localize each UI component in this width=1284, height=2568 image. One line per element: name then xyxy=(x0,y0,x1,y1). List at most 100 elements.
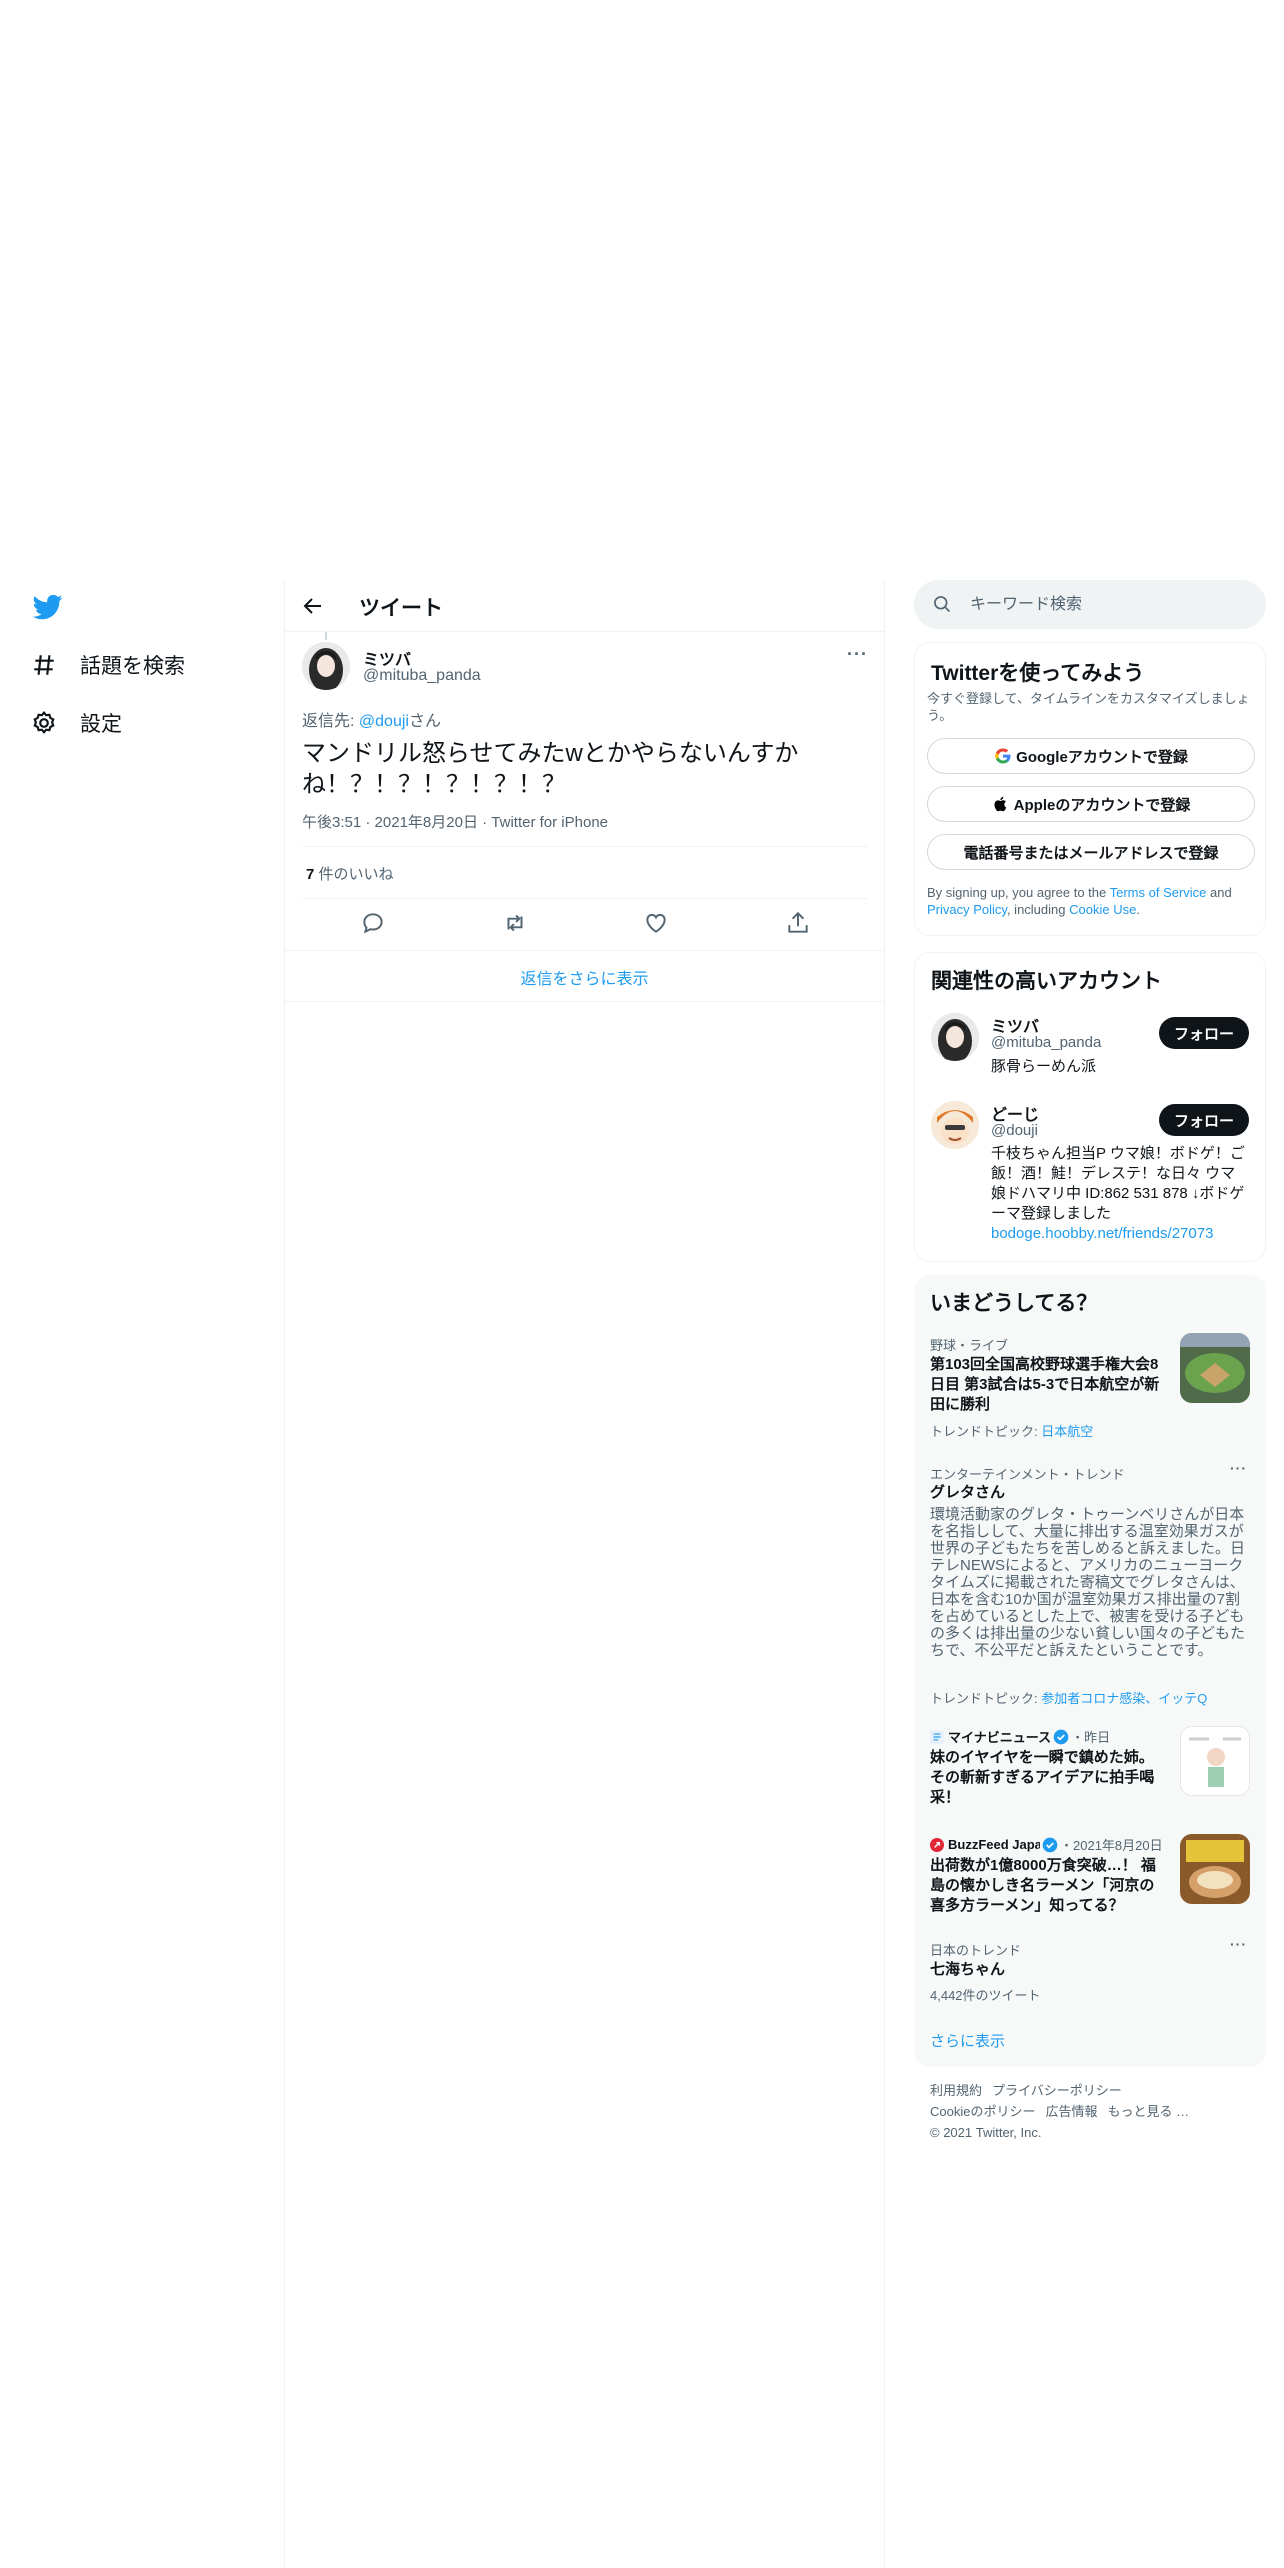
google-signup-button[interactable]: Googleアカウントで登録 xyxy=(927,738,1255,774)
trend-topic-link[interactable]: 参加者コロナ感染、イッテQ xyxy=(1041,1691,1207,1706)
trend-category: 野球・ライブ xyxy=(930,1338,1009,1353)
signup-card: Twitterを使ってみよう 今すぐ登録して、タイムラインをカスタマイズしましょ… xyxy=(914,642,1266,936)
relevant-accounts-title: 関連性の高いアカウント xyxy=(931,970,1162,993)
account-avatar[interactable] xyxy=(931,1013,979,1061)
footer-link[interactable]: Cookieのポリシー xyxy=(930,2104,1035,2119)
page-title: ツイート xyxy=(359,597,443,620)
page-header: ツイート xyxy=(285,580,884,632)
google-signup-label: Googleアカウントで登録 xyxy=(1016,748,1188,766)
twitter-logo-icon[interactable] xyxy=(31,592,65,622)
account-bio: 豚骨らーめん派 xyxy=(991,1058,1097,1075)
nav-item-explore[interactable]: 話題を検索 xyxy=(30,640,185,690)
news-time: ・2021年8月20日 xyxy=(1060,1838,1163,1853)
footer-link[interactable]: 広告情報 xyxy=(1045,2104,1097,2119)
account-bio: 千枝ちゃん担当P ウマ娘！ボドゲ！ご飯！酒！鮭！デレステ！な日々 ウマ娘ドハマリ… xyxy=(991,1144,1247,1244)
news-source: マイナビニュース ・昨日 xyxy=(930,1727,1110,1746)
footer-link[interactable]: プライバシーポリシー xyxy=(992,2083,1122,2098)
trend-topic: トレンドトピック: 参加者コロナ感染、イッテQ xyxy=(930,1688,1207,1707)
account-handle[interactable]: @mituba_panda xyxy=(991,1034,1101,1051)
trends-show-more-link[interactable]: さらに表示 xyxy=(930,2030,1005,2051)
verified-badge-icon xyxy=(1042,1837,1058,1852)
author-avatar[interactable] xyxy=(302,642,350,690)
news-thumbnail xyxy=(1180,1726,1250,1796)
footer-link[interactable]: 利用規約 xyxy=(930,2083,982,2098)
search-bar[interactable] xyxy=(914,580,1266,629)
trend-description: 環境活動家のグレタ・トゥーンベリさんが日本を名指しして、大量に排出する温室効果ガ… xyxy=(930,1506,1246,1659)
gear-icon xyxy=(30,709,58,737)
account-bio-link[interactable]: bodoge.hoobby.net/friends/27073 xyxy=(991,1225,1213,1242)
legal-text: By signing up, you agree to the xyxy=(927,885,1110,900)
author-handle[interactable]: @mituba_panda xyxy=(363,667,481,685)
show-more-replies-link[interactable]: 返信をさらに表示 xyxy=(285,952,884,1002)
reply-to-line: 返信先: @doujiさん xyxy=(302,707,441,731)
follow-button[interactable]: フォロー xyxy=(1159,1017,1249,1049)
apple-signup-button[interactable]: Appleのアカウントで登録 xyxy=(927,786,1255,822)
legal-text: , including xyxy=(1006,902,1070,917)
tweet-meta: 午後3:51 · 2021年8月20日 · Twitter for iPhone xyxy=(302,814,609,831)
trend-title: 第103回全国高校野球選手権大会8日目 第3試合は5-3で日本航空が新田に勝利 xyxy=(930,1356,1160,1413)
trend-topic-label: トレンドトピック: xyxy=(930,1691,1042,1706)
news-time: ・昨日 xyxy=(1071,1730,1111,1745)
signup-legal-text: By signing up, you agree to the Terms of… xyxy=(927,884,1257,918)
back-arrow-icon[interactable] xyxy=(301,594,325,618)
share-icon[interactable] xyxy=(785,910,811,936)
likes-count-link[interactable]: 7 件のいいね xyxy=(306,863,394,884)
apple-signup-label: Appleのアカウントで登録 xyxy=(1013,796,1191,814)
nav-item-settings[interactable]: 設定 xyxy=(30,698,122,748)
reply-handle-link[interactable]: @douji xyxy=(359,713,409,730)
tweet-client[interactable]: Twitter for iPhone xyxy=(491,814,608,831)
trends-title: いまどうしてる？ xyxy=(930,1292,1098,1315)
trend-category: エンターテインメント・トレンド xyxy=(930,1467,1125,1482)
tweet-more-icon[interactable]: ··· xyxy=(847,644,868,665)
verified-badge-icon xyxy=(1053,1729,1069,1744)
trend-title: 七海ちゃん xyxy=(930,1961,1006,1978)
tweet-date[interactable]: 2021年8月20日 xyxy=(375,814,478,831)
trend-more-icon[interactable]: ··· xyxy=(1230,1460,1247,1476)
search-input[interactable] xyxy=(970,580,1250,629)
trend-topic-link[interactable]: 日本航空 xyxy=(1041,1424,1093,1439)
google-logo-icon xyxy=(994,747,1012,765)
apple-logo-icon xyxy=(992,795,1010,813)
trend-title: グレタさん xyxy=(930,1484,1006,1501)
divider xyxy=(302,898,868,899)
trend-category: 日本のトレンド xyxy=(930,1943,1022,1958)
copyright: © 2021 Twitter, Inc. xyxy=(930,2125,1042,2140)
reply-icon[interactable] xyxy=(360,910,386,936)
thread-line xyxy=(325,632,327,640)
tweet-time[interactable]: 午後3:51 xyxy=(302,814,361,831)
follow-button[interactable]: フォロー xyxy=(1159,1104,1249,1136)
signup-subtitle: 今すぐ登録して、タイムラインをカスタマイズしましょう。 xyxy=(927,691,1250,723)
nav-item-label: 設定 xyxy=(80,713,122,736)
account-handle[interactable]: @douji xyxy=(991,1122,1038,1139)
privacy-policy-link[interactable]: Privacy Policy xyxy=(927,902,1007,917)
news-title: 妹のイヤイヤを一瞬で鎮めた姉。その斬新すぎるアイデアに拍手喝采！ xyxy=(930,1749,1155,1806)
news-source-name: BuzzFeed Japan xyxy=(948,1837,1040,1852)
reply-prefix: 返信先: xyxy=(302,713,359,730)
nav-item-label: 話題を検索 xyxy=(80,655,185,678)
trend-more-icon[interactable]: ··· xyxy=(1230,1936,1247,1952)
account-avatar[interactable] xyxy=(931,1101,979,1149)
cookie-use-link[interactable]: Cookie Use xyxy=(1069,902,1136,917)
phone-email-signup-button[interactable]: 電話番号またはメールアドレスで登録 xyxy=(927,834,1255,870)
reply-suffix: さん xyxy=(408,713,441,730)
news-source: BuzzFeed Japan ・2021年8月20日 xyxy=(930,1835,1163,1854)
phone-email-signup-label: 電話番号またはメールアドレスで登録 xyxy=(963,844,1219,862)
divider xyxy=(302,846,868,847)
trend-tweet-count: 4,442件のツイート xyxy=(930,1988,1041,2003)
sidebar-footer: 利用規約 プライバシーポリシー Cookieのポリシー 広告情報 もっと見る … © … xyxy=(930,2080,1260,2143)
relevant-accounts-card: 関連性の高いアカウント ミツバ @mituba_panda 豚骨らーめん派 フォ… xyxy=(914,952,1266,1262)
news-source-logo-icon xyxy=(930,1729,944,1744)
footer-link[interactable]: もっと見る … xyxy=(1107,2104,1189,2119)
retweet-icon[interactable] xyxy=(502,910,528,936)
news-source-name: マイナビニュース xyxy=(948,1730,1052,1745)
terms-of-service-link[interactable]: Terms of Service xyxy=(1110,885,1207,900)
trends-panel: いまどうしてる？ 野球・ライブ 第103回全国高校野球選手権大会8日目 第3試合… xyxy=(914,1275,1266,2067)
account-bio-text: 千枝ちゃん担当P ウマ娘！ボドゲ！ご飯！酒！鮭！デレステ！な日々 ウマ娘ドハマリ… xyxy=(991,1145,1245,1222)
trend-topic-label: トレンドトピック: xyxy=(930,1424,1042,1439)
signup-title: Twitterを使ってみよう xyxy=(931,662,1145,685)
likes-label: 件のいいね xyxy=(314,866,394,883)
like-heart-icon[interactable] xyxy=(643,910,669,936)
legal-text: . xyxy=(1136,902,1140,917)
news-thumbnail xyxy=(1180,1834,1250,1904)
divider xyxy=(285,950,884,951)
